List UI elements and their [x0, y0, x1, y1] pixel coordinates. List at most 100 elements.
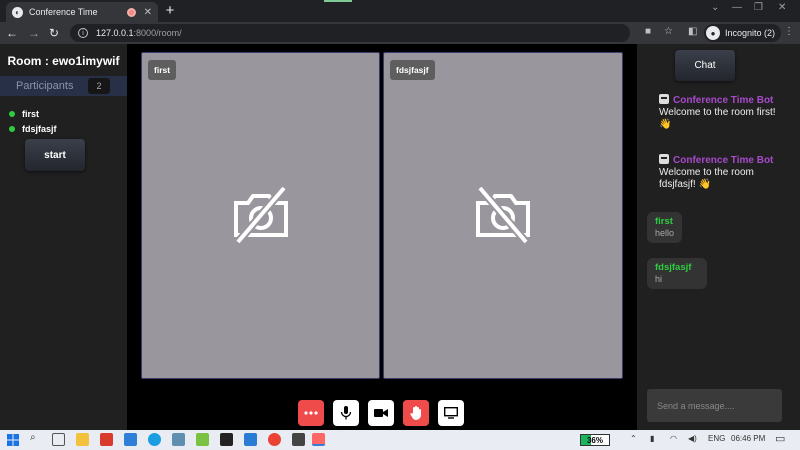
- message-sender: Conference Time Bot: [659, 154, 789, 167]
- side-panel-icon[interactable]: ◧: [688, 26, 697, 37]
- edge-browser-icon[interactable]: [148, 433, 161, 446]
- back-button[interactable]: ←: [4, 25, 20, 41]
- site-favicon-icon: ◐: [12, 6, 23, 18]
- video-tile[interactable]: first: [141, 52, 380, 379]
- video-tile[interactable]: fdsjfasjf: [383, 52, 623, 379]
- conference-app: Room : ewo1imywif Participants 2 first f…: [0, 44, 800, 430]
- bot-message: Conference Time Bot Welcome to the room …: [659, 154, 789, 191]
- message-text: hi: [655, 274, 663, 284]
- browser-menu-icon[interactable]: ⋮: [784, 26, 794, 37]
- chrome-icon[interactable]: [268, 433, 281, 446]
- message-text: Welcome to the room fdsjfasjf! 👋: [659, 167, 754, 190]
- camera-off-icon: [476, 185, 530, 245]
- vscode-icon[interactable]: [244, 433, 257, 446]
- robot-icon: [659, 94, 669, 104]
- tab-strip-accent: [324, 0, 352, 2]
- raise-hand-button[interactable]: [403, 400, 429, 426]
- incognito-label: Incognito (2): [725, 28, 776, 38]
- camera-toggle-button[interactable]: [368, 400, 394, 426]
- office-icon[interactable]: [100, 433, 113, 446]
- microphone-icon: [340, 406, 352, 420]
- task-view-icon[interactable]: [52, 433, 65, 446]
- message-sender: first: [655, 216, 673, 227]
- chat-button[interactable]: Chat: [675, 50, 735, 81]
- forward-button[interactable]: →: [26, 25, 42, 41]
- more-options-button[interactable]: [298, 400, 324, 426]
- participant-name: fdsjfasjf: [22, 123, 57, 134]
- language-indicator[interactable]: ENG: [708, 434, 725, 443]
- search-icon[interactable]: ⌕: [30, 432, 36, 443]
- robot-icon: [659, 154, 669, 164]
- bot-message: Conference Time Bot Welcome to the room …: [659, 94, 789, 131]
- address-bar[interactable]: i 127.0.0.1:8000/room/: [70, 24, 630, 42]
- green-app-icon[interactable]: [196, 433, 209, 446]
- message-text: Welcome to the room first! 👋: [659, 107, 776, 130]
- network-icon[interactable]: ◠: [670, 434, 677, 443]
- camera-off-icon: [234, 185, 288, 245]
- tab-title: Conference Time: [29, 7, 98, 17]
- participants-header: Participants 2: [0, 76, 127, 96]
- minimize-window-button[interactable]: —: [732, 2, 742, 13]
- screen-share-icon: [444, 407, 458, 419]
- close-window-button[interactable]: ✕: [778, 2, 786, 13]
- calculator-icon[interactable]: [172, 433, 185, 446]
- participants-count-badge: 2: [88, 78, 110, 94]
- camera-in-use-icon[interactable]: ■: [645, 26, 651, 37]
- bookmark-star-icon[interactable]: ☆: [664, 26, 673, 37]
- user-message: fdsjfasjf hi: [647, 258, 708, 289]
- incognito-icon: ●: [706, 26, 720, 40]
- screen-share-button[interactable]: [438, 400, 464, 426]
- more-icon: [304, 411, 318, 415]
- participant-list: first fdsjfasjf: [9, 106, 57, 136]
- user-message: first hello: [647, 212, 683, 243]
- url-text: 127.0.0.1:8000/room/: [96, 28, 182, 38]
- bot-sender-name: Conference Time Bot: [673, 155, 774, 166]
- reload-button[interactable]: ↻: [46, 25, 62, 41]
- start-button[interactable]: start: [25, 139, 85, 171]
- active-app-icon[interactable]: [312, 433, 325, 446]
- file-explorer-icon[interactable]: [76, 433, 89, 446]
- message-sender: Conference Time Bot: [659, 94, 789, 107]
- tab-search-chevron-icon[interactable]: ⌄: [711, 2, 719, 13]
- browser-toolbar: ← → ↻ i 127.0.0.1:8000/room/ ■ ☆ ◧ ● Inc…: [0, 22, 800, 44]
- chat-panel: Chat Conference Time Bot Welcome to the …: [637, 44, 800, 430]
- tab-close-icon[interactable]: ✕: [144, 7, 152, 18]
- online-status-icon: [9, 110, 15, 117]
- microphone-toggle-button[interactable]: [333, 400, 359, 426]
- message-text: hello: [655, 228, 675, 238]
- windows-taskbar: ⌕ 36% ⌃ ▮ ◠ ◀) ENG 06:46 PM ▭: [0, 430, 800, 450]
- terminal-icon[interactable]: [220, 433, 233, 446]
- participant-name: first: [22, 108, 40, 119]
- participant-item: fdsjfasjf: [9, 121, 57, 136]
- call-controls: [298, 400, 464, 426]
- participant-item: first: [9, 106, 57, 121]
- message-sender: fdsjfasjf: [655, 262, 692, 273]
- incognito-profile-button[interactable]: ● Incognito (2): [704, 24, 782, 42]
- raise-hand-icon: [410, 406, 421, 420]
- participants-label: Participants: [16, 80, 74, 92]
- phone-icon[interactable]: ▮: [650, 434, 654, 443]
- windows-start-icon[interactable]: [7, 434, 19, 446]
- clock-time[interactable]: 06:46 PM: [731, 434, 765, 443]
- url-path: :8000/room/: [133, 28, 182, 38]
- battery-indicator[interactable]: 36%: [580, 434, 610, 446]
- camera-icon: [374, 409, 388, 417]
- video-name-tag: first: [148, 60, 177, 80]
- notifications-icon[interactable]: ▭: [775, 432, 785, 445]
- tray-expand-icon[interactable]: ⌃: [630, 434, 637, 443]
- camera-app-icon[interactable]: [292, 433, 305, 446]
- site-info-icon[interactable]: i: [78, 28, 88, 38]
- participants-panel: Room : ewo1imywif Participants 2 first f…: [0, 44, 127, 430]
- browser-tab[interactable]: ◐ Conference Time ✕: [6, 2, 158, 22]
- url-host: 127.0.0.1: [96, 28, 134, 38]
- maximize-window-button[interactable]: ❐: [754, 2, 763, 13]
- app-l-icon[interactable]: [124, 433, 137, 446]
- speaker-icon[interactable]: ◀): [688, 434, 697, 443]
- video-grid: first fdsjfasjf: [141, 52, 623, 379]
- new-tab-button[interactable]: +: [162, 2, 178, 20]
- browser-tab-strip: ◐ Conference Time ✕ + ⌄ — ❐ ✕: [0, 0, 800, 22]
- chat-message-input[interactable]: [647, 389, 782, 422]
- room-title: Room : ewo1imywif: [7, 54, 120, 68]
- bot-sender-name: Conference Time Bot: [673, 95, 774, 106]
- recording-indicator-icon: [126, 7, 136, 17]
